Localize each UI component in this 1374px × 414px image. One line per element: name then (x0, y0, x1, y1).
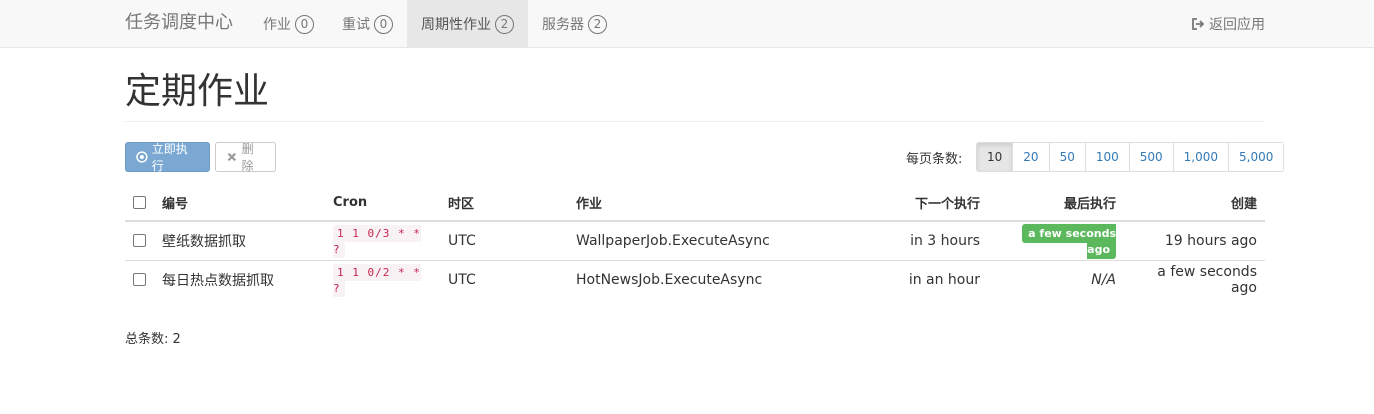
back-to-app-link[interactable]: 返回应用 (1191, 14, 1265, 34)
row-checkbox[interactable] (133, 273, 146, 287)
total-count: 总条数: 2 (125, 332, 181, 347)
cron-expression: 1 1 0/3 * * ? (333, 224, 421, 258)
job-cell: WallpaperJob.ExecuteAsync (568, 221, 848, 261)
status-badge: a few seconds ago (1022, 223, 1116, 259)
nav-item-label: 周期性作业 (421, 17, 491, 33)
brand[interactable]: 任务调度中心 (125, 12, 233, 34)
per-page-option[interactable]: 5,000 (1228, 143, 1284, 171)
column-header-created: 创建 (1124, 184, 1265, 222)
row-select-cell (125, 260, 154, 299)
trigger-now-button[interactable]: 立即执行 (125, 142, 210, 173)
cron-cell: 1 1 0/3 * * ? (325, 221, 440, 261)
last-execution-cell: N/A (1091, 271, 1116, 288)
table-row: 壁纸数据抓取 1 1 0/3 * * ? UTC WallpaperJob.Ex… (125, 221, 1265, 261)
count-badge: 2 (588, 14, 607, 34)
nav-item-retries[interactable]: 重试 0 (328, 0, 407, 48)
per-page-label: 每页条数: (906, 152, 963, 167)
next-execution-cell: in 3 hours (848, 221, 988, 261)
column-header-id: 编号 (154, 184, 325, 222)
column-header-timezone: 时区 (440, 184, 568, 222)
row-select-cell (125, 221, 154, 261)
play-circle-icon (136, 151, 148, 163)
per-page-option[interactable]: 20 (1012, 143, 1049, 171)
column-header-cron: Cron (325, 184, 440, 222)
delete-label: 删除 (241, 142, 254, 173)
column-header-last-execution: 最后执行 (988, 184, 1124, 222)
job-cell: HotNewsJob.ExecuteAsync (576, 271, 763, 288)
nav-item-label: 重试 (342, 17, 370, 33)
back-label: 返回应用 (1209, 17, 1265, 33)
divider (125, 121, 1265, 122)
last-execution-cell: a few seconds ago (988, 221, 1124, 261)
table-header-row: 编号 Cron 时区 作业 下一个执行 最后执行 创建 (125, 184, 1265, 222)
sign-out-icon (1192, 18, 1205, 30)
job-id-cell: 壁纸数据抓取 (154, 221, 325, 261)
per-page-option[interactable]: 50 (1048, 143, 1085, 171)
nav-menu: 作业 0 重试 0 周期性作业 2 服务器 2 (249, 0, 621, 48)
per-page-option[interactable]: 500 (1128, 143, 1173, 171)
per-page-option[interactable]: 1,000 (1172, 143, 1229, 171)
table-row: 每日热点数据抓取 1 1 0/2 * * ? UTC HotNewsJob.Ex… (125, 260, 1265, 299)
job-id-cell: 每日热点数据抓取 (162, 272, 274, 289)
page-title: 定期作业 (125, 71, 270, 112)
nav-item-label: 作业 (263, 17, 291, 33)
select-all-cell (125, 184, 154, 222)
nav-item-jobs[interactable]: 作业 0 (249, 0, 328, 48)
timezone-cell: UTC (448, 271, 476, 288)
navbar: 任务调度中心 作业 0 重试 0 周期性作业 2 服务器 2 返回应用 (0, 0, 1374, 48)
created-cell: a few seconds ago (1157, 263, 1257, 296)
column-header-next-execution: 下一个执行 (848, 184, 988, 222)
per-page-option[interactable]: 10 (977, 143, 1013, 171)
next-execution-cell: in an hour (908, 271, 980, 288)
count-badge: 0 (374, 14, 393, 34)
cron-cell: 1 1 0/2 * * ? (325, 260, 440, 299)
timezone-cell: UTC (440, 221, 568, 261)
nav-item-label: 服务器 (542, 17, 584, 33)
nav-item-recurring-jobs[interactable]: 周期性作业 2 (407, 0, 528, 48)
trigger-label: 立即执行 (151, 142, 188, 173)
created-cell: 19 hours ago (1124, 221, 1265, 261)
select-all-checkbox[interactable] (133, 195, 146, 209)
count-badge: 0 (295, 14, 314, 34)
per-page-selector: 10 20 50 100 500 1,000 5,000 (976, 142, 1285, 172)
nav-item-servers[interactable]: 服务器 2 (528, 0, 621, 48)
per-page-option[interactable]: 100 (1084, 143, 1129, 171)
delete-button[interactable]: 删除 (215, 142, 276, 173)
row-checkbox[interactable] (133, 234, 146, 248)
count-badge: 2 (495, 14, 514, 34)
recurring-jobs-table: 编号 Cron 时区 作业 下一个执行 最后执行 创建 壁纸数据抓取 1 1 0… (125, 184, 1265, 299)
times-icon (227, 152, 236, 162)
cron-expression: 1 1 0/2 * * ? (333, 263, 421, 297)
column-header-job: 作业 (568, 184, 848, 222)
